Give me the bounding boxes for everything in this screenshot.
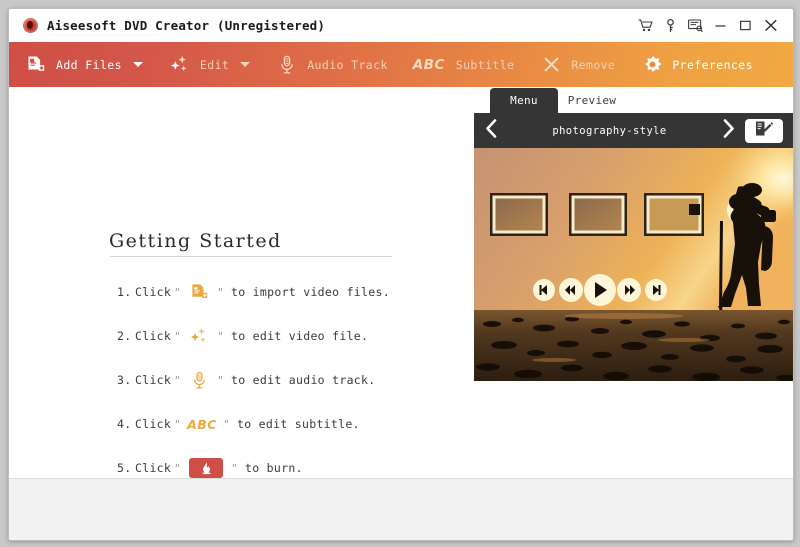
- thumbnail-frames: [490, 193, 704, 236]
- bottom-panel: Destination: Please select the destinati…: [9, 478, 793, 540]
- title-divider: [110, 256, 392, 257]
- step-item-4: 4. Click " ABC " to edit subtitle.: [117, 402, 457, 446]
- abc-icon: ABC: [412, 56, 445, 73]
- application-window: Aiseesoft DVD Creator (Unregistered) Add…: [8, 8, 794, 541]
- feedback-icon[interactable]: [683, 13, 708, 38]
- quote-close: ": [217, 373, 224, 387]
- add-file-icon: [25, 54, 47, 76]
- toolbar-remove-label: Remove: [571, 57, 616, 72]
- step-click-word: Click: [135, 329, 172, 343]
- burn-chip: [189, 458, 224, 478]
- menu-template-bar: photography-style: [474, 113, 793, 148]
- content-area: Getting Started 1. Click " " to import v…: [9, 87, 793, 504]
- step-item-1: 1. Click " " to import video files.: [117, 270, 457, 314]
- title-bar: Aiseesoft DVD Creator (Unregistered): [9, 9, 793, 42]
- close-x-icon: [540, 54, 562, 76]
- step-click-word: Click: [135, 373, 172, 387]
- toolbar-remove[interactable]: Remove: [540, 42, 615, 87]
- abc-icon: ABC: [186, 412, 218, 436]
- abc-icon-text: ABC: [187, 416, 217, 432]
- step-text: to import video files.: [231, 285, 390, 299]
- gear-icon: [641, 54, 663, 76]
- minimize-button[interactable]: [708, 13, 733, 38]
- cart-icon[interactable]: [633, 13, 658, 38]
- quote-close: ": [217, 285, 224, 299]
- toolbar-add-files-label: Add Files: [56, 57, 122, 72]
- tab-menu-label: Menu: [510, 94, 538, 107]
- quote-close: ": [217, 329, 224, 343]
- sparkle-icon: [186, 324, 212, 348]
- burn-icon: [186, 456, 226, 480]
- step-item-2: 2. Click " " to edit video file.: [117, 314, 457, 358]
- step-number: 1.: [117, 285, 132, 299]
- microphone-icon: [276, 54, 298, 76]
- chevron-down-icon[interactable]: [132, 62, 143, 67]
- toolbar-audio-track-label: Audio Track: [307, 57, 388, 72]
- quote-close: ": [223, 417, 230, 431]
- preview-artwork: [474, 148, 793, 381]
- next-template-button[interactable]: [711, 113, 745, 148]
- toolbar-preferences[interactable]: Preferences: [641, 42, 753, 87]
- getting-started-pane: Getting Started 1. Click " " to import v…: [9, 87, 474, 478]
- app-logo-icon: [23, 18, 38, 33]
- chevron-left-icon: [485, 119, 498, 142]
- toolbar-audio-track[interactable]: Audio Track: [276, 42, 388, 87]
- tab-menu[interactable]: Menu: [490, 88, 558, 113]
- step-number: 5.: [117, 461, 132, 475]
- toolbar-add-files[interactable]: Add Files: [25, 42, 143, 87]
- prev-template-button[interactable]: [474, 113, 508, 148]
- step-text: to edit video file.: [231, 329, 369, 343]
- main-toolbar: Add Files Edit Audio Track ABC Subtitle …: [9, 42, 793, 87]
- steps-list: 1. Click " " to import video files. 2. C…: [117, 270, 457, 490]
- app-title: Aiseesoft DVD Creator (Unregistered): [47, 18, 326, 33]
- step-text: to edit subtitle.: [237, 417, 360, 431]
- step-click-word: Click: [135, 461, 172, 475]
- step-number: 2.: [117, 329, 132, 343]
- step-number: 4.: [117, 417, 132, 431]
- menu-tabs: Menu Preview: [474, 87, 793, 113]
- add-file-icon: [186, 280, 212, 304]
- toolbar-subtitle[interactable]: ABC Subtitle: [412, 42, 515, 87]
- maximize-button[interactable]: [733, 13, 758, 38]
- sparkle-icon: [169, 54, 191, 76]
- step-click-word: Click: [135, 285, 172, 299]
- toolbar-preferences-label: Preferences: [672, 57, 753, 72]
- step-item-3: 3. Click " " to edit audio track.: [117, 358, 457, 402]
- page-title: Getting Started: [109, 230, 282, 252]
- key-icon[interactable]: [658, 13, 683, 38]
- menu-preview-image[interactable]: [474, 148, 793, 381]
- step-text: to burn.: [245, 461, 303, 475]
- step-click-word: Click: [135, 417, 172, 431]
- quote-open: ": [174, 461, 182, 475]
- quote-close: ": [231, 461, 238, 475]
- edit-menu-button[interactable]: [745, 118, 783, 143]
- window-controls: [633, 9, 783, 42]
- quote-open: ": [174, 417, 182, 431]
- template-name: photography-style: [552, 124, 667, 137]
- quote-open: ": [174, 329, 182, 343]
- chevron-down-icon[interactable]: [240, 62, 251, 67]
- menu-pane: Menu Preview photography-style: [474, 87, 793, 504]
- edit-menu-icon: [754, 120, 774, 142]
- app-root: Aiseesoft DVD Creator (Unregistered) Add…: [0, 0, 800, 547]
- toolbar-edit-label: Edit: [199, 57, 230, 72]
- chevron-right-icon: [722, 119, 735, 142]
- tab-preview-label: Preview: [567, 94, 617, 107]
- toolbar-subtitle-label: Subtitle: [455, 57, 515, 72]
- tab-preview[interactable]: Preview: [558, 88, 626, 113]
- toolbar-edit[interactable]: Edit: [169, 42, 251, 87]
- microphone-icon: [186, 368, 212, 392]
- step-number: 3.: [117, 373, 132, 387]
- quote-open: ": [174, 373, 182, 387]
- close-button[interactable]: [758, 13, 783, 38]
- step-text: to edit audio track.: [231, 373, 376, 387]
- quote-open: ": [174, 285, 182, 299]
